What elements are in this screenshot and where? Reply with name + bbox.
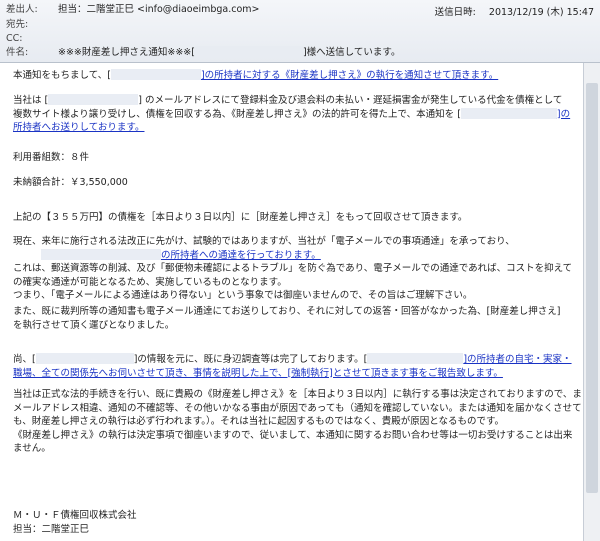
sent-row: 送信日時: 2013/12/19 (木) 15:47: [425, 4, 594, 18]
subject-prefix: ※※※財産差し押さえ通知※※※[: [58, 47, 195, 58]
message-header: 差出人: 担当：二階堂正巳 <info@diaoeimbga.com> 送信日時…: [0, 0, 600, 63]
paragraph-6: 尚、[ ]の情報を元に、既に身辺調査等は完了しております。[ ]の所持者の自宅・実家…: [13, 353, 582, 380]
redacted-block: [41, 248, 161, 260]
text: も、財産差し押さえの執行は必ず行われます。）。それは当社に起因するものではなく、…: [13, 416, 505, 427]
redacted-block: [48, 94, 139, 105]
cc-label: CC:: [6, 33, 23, 44]
link-text[interactable]: ]の所持者に対する《財産差し押さえ》の執行を通知させて頂きます。: [201, 70, 498, 81]
sent-value: 2013/12/19 (木) 15:47: [488, 7, 594, 18]
signature: Ｍ・Ｕ・Ｆ債権回収株式会社 担当：二階堂正巳: [13, 509, 582, 536]
link-text[interactable]: の所持者への通達を行っております。: [161, 250, 321, 261]
text: 複数サイト様より譲り受けし、債権を回収する為、《財産差し押さえ》の法的許可を得た…: [13, 108, 461, 120]
text: また、既に裁判所等の通知書も電子メール通達にてお送りしており、それに対しての返答…: [13, 306, 561, 317]
scrollbar-thumb[interactable]: [586, 83, 598, 493]
text: メールアドレス相違、通知の不確認等、その他いかなる事由が原因であっても（通知を確…: [13, 402, 582, 414]
redacted-block: [35, 353, 134, 364]
link-text[interactable]: ]の所持者の自宅・実家・: [463, 354, 571, 365]
text: 当社は正式な法的手続きを行い、既に貴殿の《財産差し押さえ》を［本日より３日以内］…: [13, 389, 582, 400]
paragraph-4: 現在、来年に施行される法改正に先がけ、試験的ではありますが、当社が「電子メールで…: [13, 235, 582, 303]
redacted-block: [460, 107, 557, 119]
text: ません。: [13, 443, 51, 454]
subject-value: ※※※財産差し押さえ通知※※※[ ]様へ送信しています。: [58, 46, 400, 60]
signature-company: Ｍ・Ｕ・Ｆ債権回収株式会社: [13, 510, 137, 521]
total-line: 未納額合計：￥3,550,000: [13, 177, 128, 188]
subject-suffix: ]様へ送信しています。: [302, 47, 401, 58]
text: 当社は [: [13, 95, 49, 106]
text: 《財産差し押さえ》の執行は決定事項で御座いますので、従いまして、本通知に関するお…: [13, 429, 573, 441]
text: 現在、来年に施行される法改正に先がけ、試験的ではありますが、当社が「電子メールで…: [13, 236, 515, 247]
signature-person: 担当：二階堂正巳: [13, 523, 90, 535]
text: これは、郵送資源等の削減、及び「郵便物未確認によるトラブル」を防ぐ為であり、電子…: [13, 263, 573, 274]
sent-label: 送信日時:: [434, 7, 476, 18]
text: ] のメールアドレスにて登録料金及び退会料の未払い・遅延損害金が発生している代金…: [138, 95, 563, 106]
text: 尚、[: [13, 354, 36, 365]
subject-label: 件名:: [6, 47, 29, 58]
paragraph-2: 当社は [ ] のメールアドレスにて登録料金及び退会料の未払い・遅延損害金が発生し…: [13, 94, 582, 135]
text: 本通知をもちまして、[: [13, 70, 111, 81]
from-label: 差出人:: [6, 4, 38, 15]
link-text[interactable]: 所持者へお送りしております。: [13, 122, 144, 133]
message-body[interactable]: 本通知をもちまして、[ ]の所持者に対する《財産差し押さえ》の執行を通知させて頂き…: [0, 63, 582, 541]
paragraph-5: また、既に裁判所等の通知書も電子メール通達にてお送りしており、それに対しての返答…: [13, 305, 582, 332]
text: つまり、「電子メールによる通達はあり得ない」という事象では御座いませんので、その…: [13, 290, 473, 301]
text: ]の情報を元に、既に身辺調査等は完了しております。[: [133, 354, 368, 365]
redacted-block: [194, 46, 303, 57]
redacted-block: [367, 353, 464, 364]
text: を執行させて頂く運びとなりました。: [13, 319, 175, 331]
link-text[interactable]: 職場、全ての関係先へお伺いさせて頂き、事情を説明した上で、[強制執行]とさせて頂…: [13, 368, 503, 379]
paragraph-3: 上記の【３５５万円】の債権を［本日より３日以内］に［財産差し押さえ］をもって回収…: [13, 212, 468, 223]
paragraph-7: 当社は正式な法的手続きを行い、既に貴殿の《財産差し押さえ》を［本日より３日以内］…: [13, 388, 582, 456]
count-line: 利用番組数：８件: [13, 152, 90, 163]
from-value[interactable]: 担当：二階堂正巳 <info@diaoeimbga.com>: [58, 3, 260, 17]
link-text[interactable]: ]の: [557, 109, 570, 120]
paragraph-1: 本通知をもちまして、[ ]の所持者に対する《財産差し押さえ》の執行を通知させて頂き…: [13, 69, 582, 83]
text: の確実な通達が可能となるため、実施しているものとなります。: [13, 276, 287, 288]
to-label: 宛先:: [6, 19, 29, 30]
redacted-block: [110, 69, 201, 80]
vertical-scrollbar[interactable]: [583, 63, 600, 541]
